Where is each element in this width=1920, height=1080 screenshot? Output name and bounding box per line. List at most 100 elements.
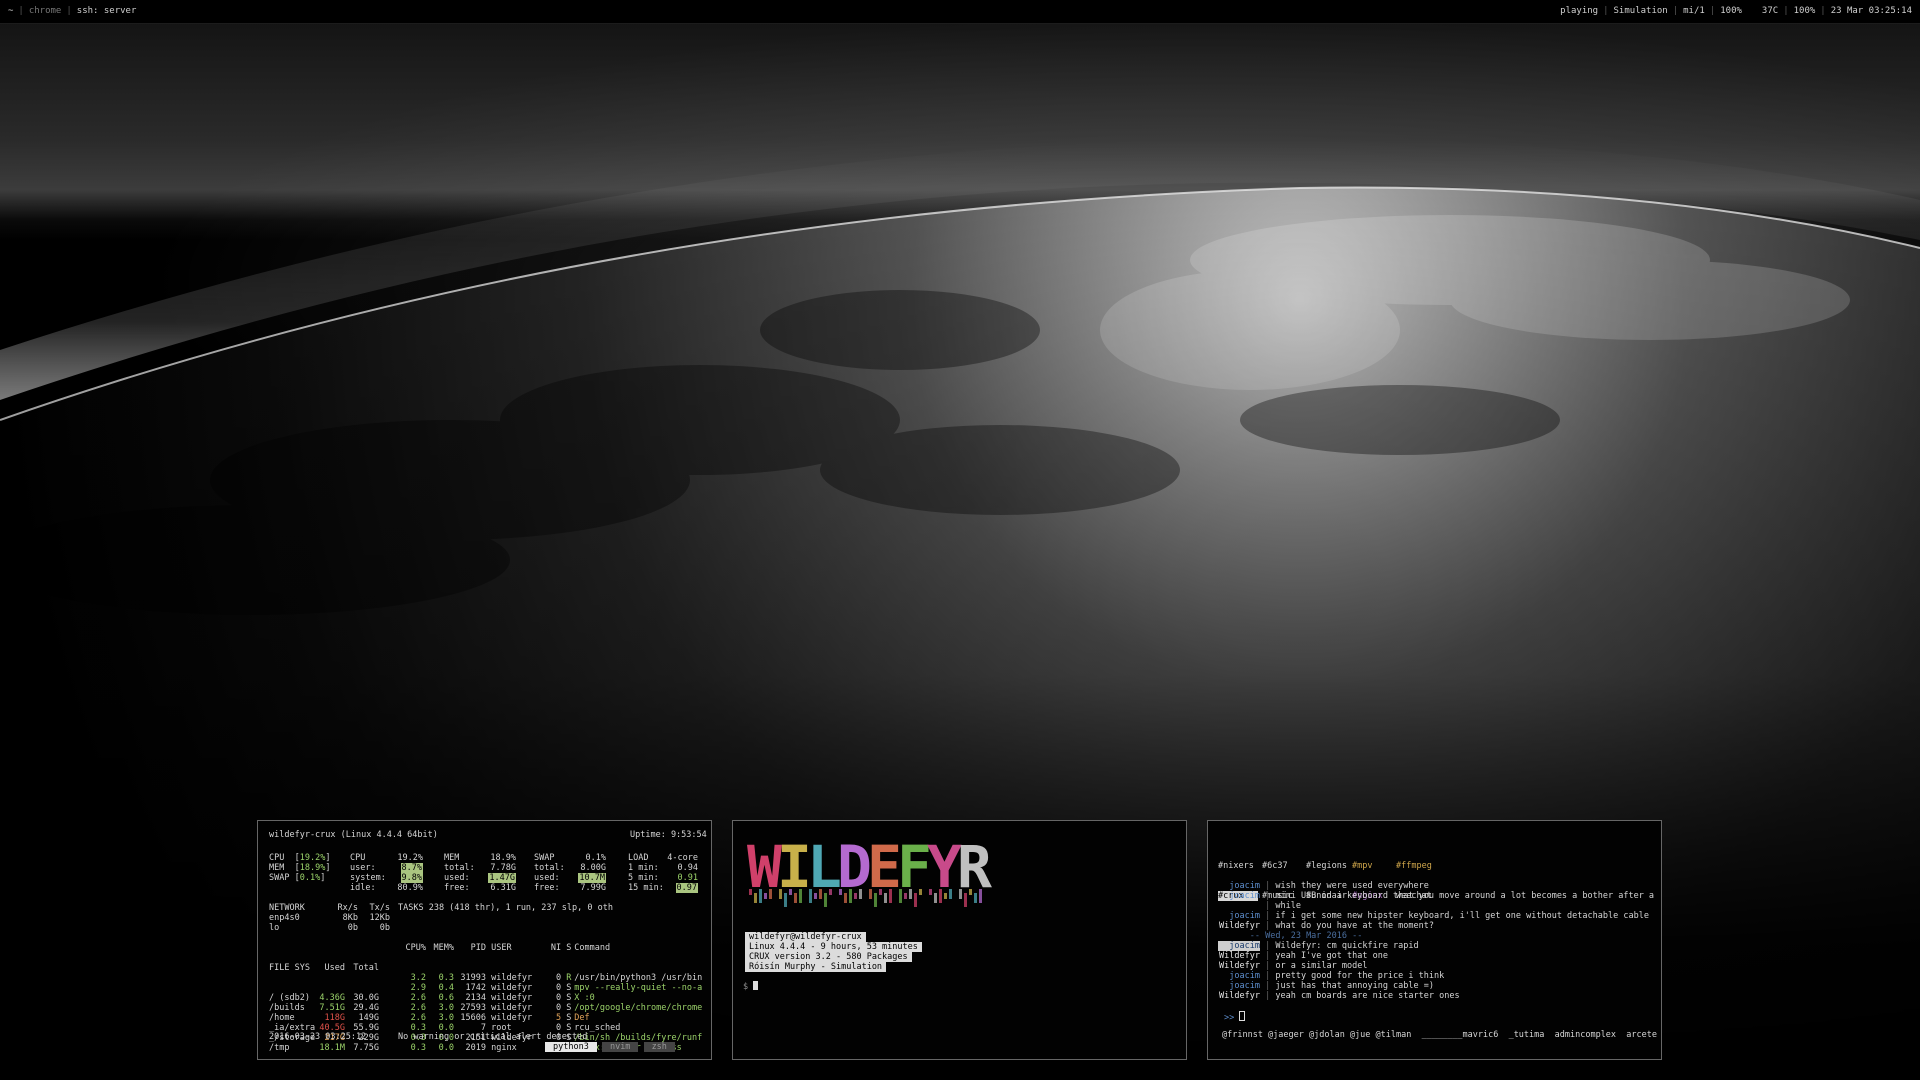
host-info: wildefyr-crux (Linux 4.4.4 64bit) [269,830,438,840]
proc-pid: 31993 [460,973,486,983]
chat-message: joacim | just has that annoying cable =) [1218,981,1654,991]
proc-pid: 27593 [460,1003,486,1013]
chat-nick[interactable]: Wildefyr [1218,921,1260,931]
logo-drip [884,893,887,903]
logo-drip [904,893,907,899]
fs-total: 30.0G [353,993,379,1003]
process-row[interactable]: 3.2 0.3 31993 wildefyr 0 R/usr/bin/python3 … [398,973,703,983]
proc-user: wildefyr [491,1013,533,1023]
chat-message: -- Wed, 23 Mar 2016 -- [1218,931,1654,941]
chat-nick[interactable]: Wildefyr [1218,951,1260,961]
fs-row: / (sdb2) 4.36G 30.0G [269,993,379,1003]
buffer-nixers[interactable]: #nixers [1218,861,1262,871]
chat-text: mini USB on a keyboard that you move aro… [1275,891,1655,901]
chat-nick[interactable]: joacim [1218,881,1260,891]
logo-drip [974,893,977,903]
chat-text: Wildefyr: cm quickfire rapid [1275,941,1419,951]
chat-text: yeah I've got that one [1275,951,1388,961]
uptime: Uptime: 9:53:54 [630,830,707,840]
proc-nice: 0 [556,993,562,1003]
chat-text: while [1275,901,1301,911]
process-row[interactable]: 2.6 3.0 15606 wildefyr 5 S Def [398,1013,702,1023]
chat-nick[interactable]: joacim [1218,891,1260,901]
logo-drip [799,889,802,903]
fs-mount: / (sdb2) [269,993,310,1003]
chat-nick[interactable]: Wildefyr [1218,991,1260,1001]
process-row[interactable]: 2.6 3.0 27593 wildefyr 0 S/opt/google/chrom… [398,1003,703,1013]
proc-mem: 0.4 [438,983,454,993]
info-user-host: wildefyr@wildefyr-crux [745,932,866,942]
shell-prompt[interactable]: $ [743,981,759,992]
fs-used: 7.51G [319,1003,345,1013]
tmux-tab-nvim[interactable]: nvim [601,1042,639,1052]
chat-input[interactable]: >> [1224,1011,1246,1023]
tasks-summary: TASKS 238 (418 thr), 1 run, 237 slp, 0 o… [398,903,613,913]
logo-drip [784,893,787,907]
tmux-tab-python3[interactable]: python3 [545,1042,597,1052]
process-row[interactable]: 2.9 0.4 1742 wildefyr 0 Smpv --really-quiet… [398,983,703,993]
chat-text: just has that annoying cable =) [1275,981,1434,991]
logo-drip [899,889,902,903]
chat-nick[interactable]: joacim [1218,941,1260,951]
chat-nick[interactable]: -- [1218,931,1260,941]
player-status: playing [1560,6,1599,16]
proc-mem: 0.3 [438,973,454,983]
buffer-mpv[interactable]: #mpv [1352,861,1396,871]
chat-message: joacim | mini USB on a keyboard that you… [1218,891,1654,901]
network-tx: Tx/s 12Kb 0b [369,903,390,933]
battery-level: 100% [1793,6,1816,16]
glances-monitor-window[interactable]: wildefyr-crux (Linux 4.4.4 64bit) Uptime… [257,820,712,1060]
proc-nice: 0 [556,1003,562,1013]
logo-drip [754,893,757,903]
logo-drip [859,889,862,899]
tmux-tab-zsh[interactable]: zsh [643,1042,675,1052]
proc-nice: 0 [556,983,562,993]
irc-client-window[interactable]: #nixers #6c37 #legions #mpv #ffmpeg #crux #mu… [1207,820,1662,1060]
info-distro: CRUX version 3.2 - 580 Packages [745,952,912,962]
proc-cpu: 2.6 [410,1013,426,1023]
chat-nick[interactable]: joacim [1218,981,1260,991]
workspace-home[interactable]: ~ [8,6,13,16]
volume-level: 100% [1720,6,1742,16]
logo-drip [874,893,877,907]
logo-letter: R [957,833,992,901]
proc-command: /usr/bin/python3 /usr/bin [574,973,703,983]
tmux-tab-bar: python3 nvim zsh [545,1042,675,1052]
window-tab-ssh[interactable]: ssh: server [77,6,137,16]
network-stats: NETWORK enp4s0 lo [269,903,305,933]
info-kernel-uptime: Linux 4.4.4 - 9 hours, 53 minutes [745,942,922,952]
system-status: playing | Simulation | mi/1 | 100% 37C | 100% | 23 … [1560,6,1912,16]
mem-values: 18.9% 7.78G 1.47G 6.31G [488,853,516,893]
proc-pid: 2134 [465,993,486,1003]
buffer-legions[interactable]: #legions [1306,861,1352,871]
swap-values: 0.1% 8.00G 10.7M 7.99G [578,853,606,893]
logo-drip [839,889,842,895]
process-row[interactable]: 2.6 0.6 2134 wildefyr 0 SX :0 [398,993,702,1003]
chat-text: what do you have at the moment? [1275,921,1434,931]
proc-cpu: 2.9 [410,983,426,993]
fs-mount: /home [269,1013,295,1023]
logo-drip [934,893,937,903]
chat-nick[interactable]: joacim [1218,971,1260,981]
buffer-6c37[interactable]: #6c37 [1262,861,1306,871]
nick-list[interactable]: @frinnst @jaeger @jdolan @jue @tilman __… [1222,1030,1657,1040]
terminal-window[interactable]: WILDEFYR wildefyr@wildefyr-crux Linux 4.… [732,820,1187,1060]
buffer-ffmpeg[interactable]: #ffmpeg [1396,861,1432,871]
logo-drip [919,889,922,895]
proc-user: wildefyr [491,993,533,1003]
load-stats: LOAD 1 min: 5 min: 15 min: [628,853,664,893]
proc-command: mpv --really-quiet --no-a [574,983,703,993]
buffer-row-1: #nixers #6c37 #legions #mpv #ffmpeg [1218,861,1432,871]
info-now-playing: Róisín Murphy - Simulation [745,962,887,972]
chat-message: | while [1260,901,1301,911]
logo-drip [854,893,857,899]
chat-nick[interactable]: Wildefyr [1218,961,1260,971]
logo-drip [759,889,762,903]
chat-text: yeah cm boards are nice starter ones [1275,991,1460,1001]
window-tab-chrome[interactable]: chrome [29,6,62,16]
chat-text: pretty good for the price i think [1275,971,1445,981]
proc-user: wildefyr [491,983,533,993]
fs-total: 149G [358,1013,379,1023]
chat-nick[interactable]: joacim [1218,911,1260,921]
fs-total: 7.75G [353,1043,379,1053]
